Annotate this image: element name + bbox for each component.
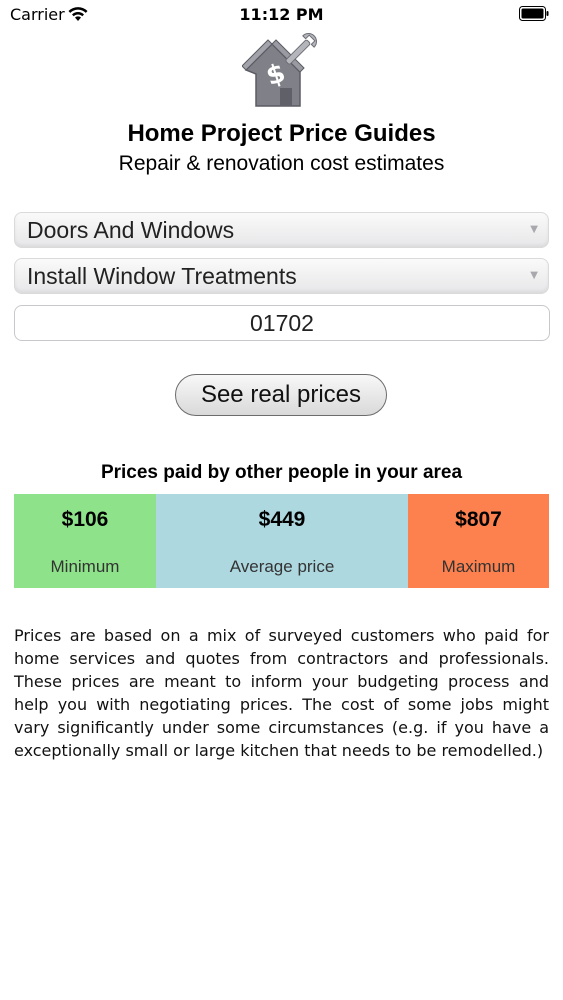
average-price-label: Average price <box>229 557 335 576</box>
clock: 11:12 PM <box>239 5 324 24</box>
battery-icon <box>519 6 549 21</box>
zip-code-field[interactable]: 01702 <box>14 305 550 341</box>
minimum-price-box: $106 Minimum <box>14 494 156 588</box>
minimum-price-value: $106 <box>61 508 109 531</box>
chevron-down-icon: ▼ <box>530 270 538 281</box>
house-dollar-wrench-icon: $ <box>242 33 317 107</box>
app-subtitle: Repair & renovation cost estimates <box>118 152 445 175</box>
average-price-value: $449 <box>258 508 306 531</box>
prices-heading: Prices paid by other people in your area <box>100 462 463 483</box>
chevron-down-icon: ▼ <box>530 224 538 235</box>
average-price-box: $449 Average price <box>156 494 408 588</box>
maximum-price-box: $807 Maximum <box>408 494 549 588</box>
minimum-price-label: Minimum <box>50 557 120 576</box>
maximum-price-value: $807 <box>455 508 502 531</box>
pricing-disclaimer: Prices are based on a mix of surveyed cu… <box>14 626 549 760</box>
project-select-value: Install Window Treatments <box>27 263 297 289</box>
app-title: Home Project Price Guides <box>127 120 436 147</box>
project-select[interactable]: Install Window Treatments ▼ <box>14 258 549 294</box>
category-select-value: Doors And Windows <box>27 217 235 243</box>
see-real-prices-button[interactable]: See real prices <box>175 374 387 416</box>
status-bar: Carrier 11:12 PM <box>0 0 563 28</box>
category-select[interactable]: Doors And Windows ▼ <box>14 212 549 248</box>
maximum-price-label: Maximum <box>441 557 516 576</box>
